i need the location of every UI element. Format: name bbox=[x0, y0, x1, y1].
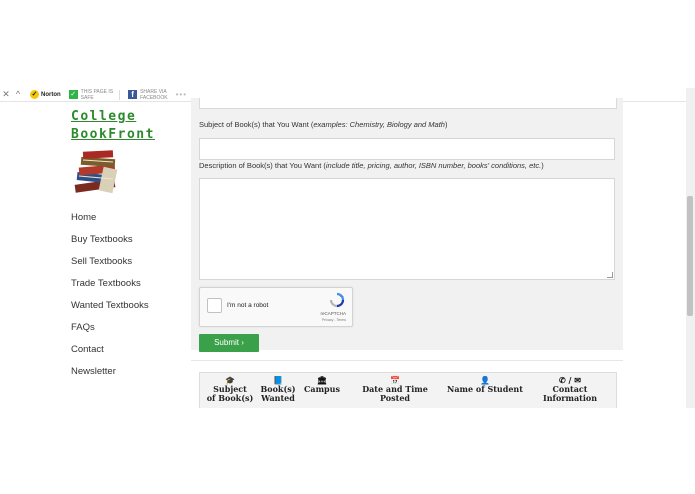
column-header-books-wanted[interactable]: 📘 Book(s) Wanted bbox=[256, 376, 300, 403]
books-logo-image[interactable] bbox=[71, 148, 127, 196]
nav-item-trade-textbooks[interactable]: Trade Textbooks bbox=[71, 278, 149, 300]
recaptcha-widget: I'm not a robot reCAPTCHA Privacy - Term… bbox=[199, 287, 353, 327]
safe-line2: SAFE bbox=[80, 94, 94, 101]
subject-label-close: ) bbox=[444, 120, 448, 129]
nav-item-wanted-textbooks[interactable]: Wanted Textbooks bbox=[71, 300, 149, 322]
scrollbar-thumb[interactable] bbox=[687, 196, 693, 316]
collapse-icon[interactable]: ^ bbox=[12, 88, 24, 101]
close-icon[interactable]: ✕ bbox=[0, 88, 12, 101]
more-options-icon[interactable]: ••• bbox=[176, 90, 187, 99]
column-subject-line2: of Book(s) bbox=[206, 393, 254, 403]
norton-check-icon: ✓ bbox=[30, 90, 39, 99]
column-header-student-name[interactable]: 👤 Name of Student bbox=[446, 376, 524, 394]
norton-label: Norton bbox=[41, 91, 61, 98]
nav-item-sell-textbooks[interactable]: Sell Textbooks bbox=[71, 256, 149, 278]
nav-item-buy-textbooks[interactable]: Buy Textbooks bbox=[71, 234, 149, 256]
column-header-date-time[interactable]: 📅 Date and Time Posted bbox=[348, 376, 442, 403]
description-label-close: ) bbox=[541, 161, 544, 170]
description-textarea[interactable] bbox=[199, 178, 615, 280]
previous-input-field[interactable] bbox=[199, 98, 617, 109]
nav-item-contact[interactable]: Contact bbox=[71, 344, 149, 366]
column-student-label: Name of Student bbox=[447, 384, 523, 394]
nav-item-faqs[interactable]: FAQs bbox=[71, 322, 149, 344]
share-line2: FACEBOOK bbox=[140, 94, 168, 101]
nav-item-home[interactable]: Home bbox=[71, 212, 149, 234]
safe-check-icon: ✓ bbox=[68, 90, 78, 99]
subject-label: Subject of Book(s) that You Want (exampl… bbox=[199, 120, 447, 129]
description-hint: include title, pricing, author, ISBN num… bbox=[325, 161, 542, 170]
nav-item-newsletter[interactable]: Newsletter bbox=[71, 366, 149, 388]
section-divider bbox=[191, 360, 623, 361]
site-title-line2: BookFront bbox=[71, 127, 155, 142]
description-label: Description of Book(s) that You Want (in… bbox=[199, 161, 544, 170]
recaptcha-checkbox[interactable] bbox=[207, 298, 222, 313]
facebook-icon: f bbox=[128, 90, 138, 99]
column-campus-label: Campus bbox=[304, 384, 340, 394]
resize-handle-icon[interactable] bbox=[607, 272, 613, 278]
recaptcha-label: I'm not a robot bbox=[227, 302, 269, 309]
column-books-line2: Wanted bbox=[261, 393, 295, 403]
column-contact-line2: Information bbox=[542, 393, 598, 403]
norton-logo[interactable]: ✓ Norton bbox=[30, 90, 61, 99]
description-label-text: Description of Book(s) that You Want ( bbox=[199, 161, 326, 170]
column-date-label: Date and Time Posted bbox=[362, 384, 428, 403]
subject-label-text: Subject of Book(s) that You Want ( bbox=[199, 120, 314, 129]
site-title-link[interactable]: College BookFront bbox=[71, 108, 155, 144]
recaptcha-brand: reCAPTCHA bbox=[320, 311, 346, 316]
recaptcha-terms-link[interactable]: Privacy - Terms bbox=[322, 318, 346, 322]
column-header-campus[interactable]: 🏛 Campus bbox=[300, 376, 344, 394]
subject-input[interactable] bbox=[199, 138, 615, 160]
wanted-books-table-header: 🎓 Subject of Book(s) 📘 Book(s) Wanted 🏛 … bbox=[199, 372, 617, 408]
site-title-line1: College bbox=[71, 109, 137, 124]
recaptcha-logo-icon bbox=[329, 292, 345, 308]
column-header-contact[interactable]: ✆ / ✉ Contact Information bbox=[534, 376, 606, 403]
wanted-book-form: Subject of Book(s) that You Want (exampl… bbox=[191, 98, 623, 352]
column-header-subject[interactable]: 🎓 Subject of Book(s) bbox=[202, 376, 258, 403]
page-scrollbar[interactable] bbox=[686, 88, 695, 408]
submit-button[interactable]: Submit › bbox=[199, 334, 259, 352]
subject-hint: examples: Chemistry, Biology and Math bbox=[313, 120, 445, 129]
toolbar-divider bbox=[119, 89, 121, 100]
sidebar-nav: Home Buy Textbooks Sell Textbooks Trade … bbox=[71, 212, 149, 388]
safe-status[interactable]: THIS PAGE IS SAFE bbox=[81, 89, 113, 101]
browser-viewport: ✕ ^ ✓ Norton ✓ THIS PAGE IS SAFE f SHARE… bbox=[0, 88, 695, 408]
share-facebook-button[interactable]: SHARE VIA FACEBOOK bbox=[140, 89, 168, 101]
